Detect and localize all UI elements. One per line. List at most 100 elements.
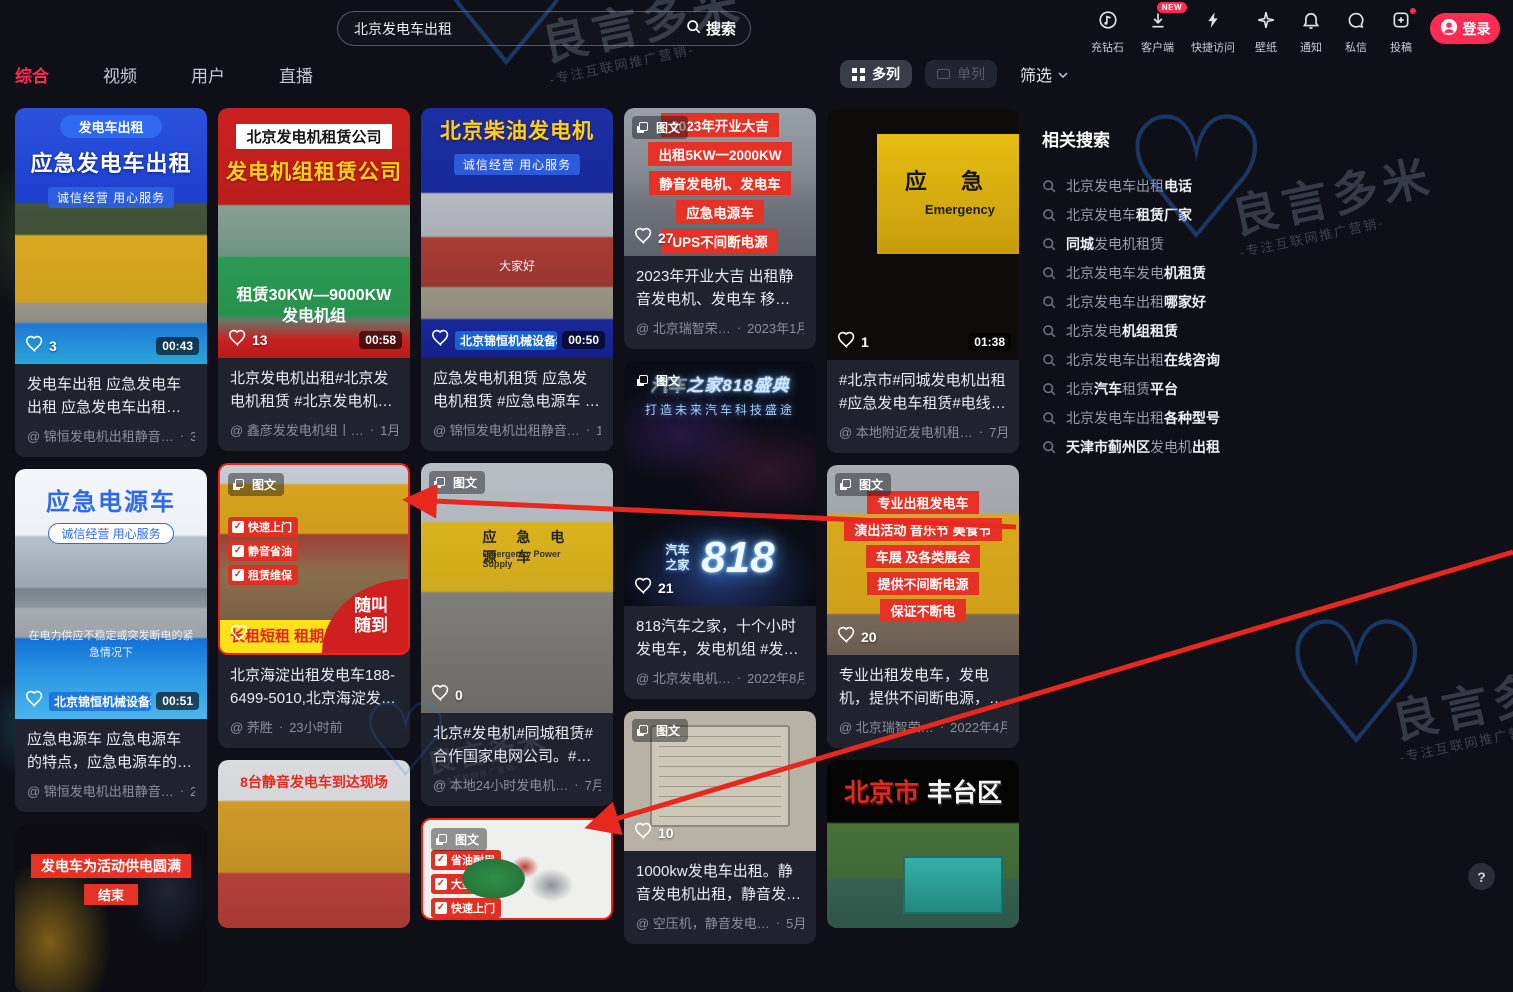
media-type-badge: 图文 bbox=[835, 473, 891, 496]
result-card[interactable]: 应 急Emergency101:38#北京市#同城发电机出租#应急发电车租赁#电… bbox=[827, 108, 1019, 453]
tab-综合[interactable]: 综合 bbox=[15, 62, 49, 87]
result-card[interactable]: 北京发电机租赁公司发电机组租赁公司租赁30KW—9000KW发电机组1300:5… bbox=[218, 108, 410, 451]
nav-item-diamond[interactable]: 充钻石 bbox=[1091, 10, 1124, 55]
thumbnail-text-part: 丰台区 bbox=[927, 773, 1002, 809]
tab-用户[interactable]: 用户 bbox=[191, 62, 225, 87]
thumbnail-text-part: 汽车之家 bbox=[665, 543, 694, 573]
channel-badge: 北京锦恒机械设备租赁有限… bbox=[455, 331, 557, 350]
thumbnail-text bbox=[903, 856, 1003, 914]
result-card[interactable]: 北京柴油发电机诚信经营 用心服务大家好北京锦恒机械设备租赁有限…00:50应急发… bbox=[421, 108, 613, 451]
result-card[interactable]: 图文101000kw发电车出租。静音发电机出租，静音发电车租赁，北…@ 空压机，… bbox=[624, 711, 816, 944]
heart-icon bbox=[837, 626, 856, 648]
meta-separator: · bbox=[737, 670, 741, 685]
video-meta: @ 鑫彦发发电机组丨…·1月31日 bbox=[230, 420, 398, 439]
related-search-item[interactable]: 天津市蓟州区发电机出租 bbox=[1042, 432, 1372, 461]
thumbnail-text-part: 北京市 bbox=[844, 773, 919, 809]
thumbnail-text: 租赁30KW—9000KW发电机组 bbox=[232, 286, 395, 328]
result-card[interactable]: 图文2023年开业大吉出租5KW一2000KW静音发电机、发电车应急电源车UPS… bbox=[624, 108, 816, 349]
thumbnail-overlay: 发电车为活动供电圆满结束 bbox=[15, 824, 207, 992]
tab-视频[interactable]: 视频 bbox=[103, 62, 137, 87]
nav-item-plus[interactable]: 投稿 bbox=[1387, 10, 1415, 55]
result-card[interactable]: 图文应 急 电 源 车Emergency Power Supply0北京#发电机… bbox=[421, 463, 613, 806]
single-column-toggle[interactable]: 单列 bbox=[925, 60, 997, 88]
related-search-segment: 北京 bbox=[1066, 381, 1094, 397]
nav-item-download[interactable]: NEW客户端 bbox=[1141, 10, 1174, 55]
video-author[interactable]: @ 北京发电机… bbox=[636, 668, 731, 687]
related-search-item[interactable]: 北京发电车出租电话 bbox=[1042, 171, 1372, 200]
search-input[interactable] bbox=[352, 20, 686, 38]
heart-icon bbox=[228, 329, 247, 351]
result-card[interactable]: 图文省油耐用大型发电机快速上门 bbox=[421, 818, 613, 920]
thumbnail-text bbox=[439, 848, 595, 916]
nav-item-bell[interactable]: 通知 bbox=[1297, 10, 1325, 55]
video-author[interactable]: @ 锦恒发电机出租静音… bbox=[27, 426, 174, 445]
heart-icon bbox=[25, 690, 44, 712]
related-search-item[interactable]: 北京发电车出租哪家好 bbox=[1042, 287, 1372, 316]
related-search-item[interactable]: 北京发电机组租赁 bbox=[1042, 316, 1372, 345]
video-author[interactable]: @ 荞胜 bbox=[230, 717, 273, 736]
gallery-icon bbox=[235, 479, 244, 488]
video-title: 发电车出租 应急发电车出租 应急发电车出租注意事项，应急… bbox=[27, 374, 195, 419]
related-search-item[interactable]: 北京发电车出租在线咨询 bbox=[1042, 345, 1372, 374]
related-search-segment: 汽车 bbox=[1094, 381, 1122, 397]
duration-badge: 00:51 bbox=[156, 692, 199, 710]
video-author[interactable]: @ 鑫彦发发电机组丨… bbox=[230, 420, 364, 439]
related-search-item[interactable]: 北京发电车出租各种型号 bbox=[1042, 403, 1372, 432]
like-count: 0 bbox=[455, 687, 463, 703]
video-author[interactable]: @ 本地24小时发电机… bbox=[433, 775, 568, 794]
thumbnail-footer: 1300:58 bbox=[228, 329, 402, 351]
related-search-segment: 北京发电 bbox=[1066, 323, 1122, 339]
search-button[interactable]: 搜索 bbox=[686, 18, 736, 39]
result-card[interactable]: 图文专业出租发电车演出活动 音乐节 美食节车展 及各类展会提供不间断电源保证不断… bbox=[827, 465, 1019, 748]
result-card[interactable]: 图文汽车之家818盛典打造未来汽车科技盛途汽车之家81821818汽车之家，十个… bbox=[624, 361, 816, 699]
video-author[interactable]: @ 本地附近发电机租… bbox=[839, 422, 973, 441]
thumbnail-overlay: 应 急Emergency bbox=[827, 108, 1019, 360]
related-search-segment: 机租赁 bbox=[1164, 265, 1206, 281]
video-author[interactable]: @ 锦恒发电机出租静音… bbox=[27, 781, 174, 800]
thumbnail-text: 大家好 bbox=[499, 257, 535, 274]
nav-item-chat[interactable]: 私信 bbox=[1342, 10, 1370, 55]
search-icon bbox=[1042, 324, 1056, 338]
heart-icon bbox=[230, 624, 249, 646]
nav-item-wand[interactable]: 壁纸 bbox=[1252, 10, 1280, 55]
result-card[interactable]: 发电车出租应急发电车出租诚信经营 用心服务300:43发电车出租 应急发电车出租… bbox=[15, 108, 207, 457]
result-card[interactable]: 发电车为活动供电圆满结束 bbox=[15, 824, 207, 992]
related-search-item[interactable]: 北京发电车发电机租赁 bbox=[1042, 258, 1372, 287]
video-author[interactable]: @ 北京瑞智荣… bbox=[839, 717, 934, 736]
tab-直播[interactable]: 直播 bbox=[279, 62, 313, 87]
login-button[interactable]: 登录 bbox=[1430, 13, 1500, 44]
video-meta: @ 北京瑞智荣…·2023年1月29日 bbox=[636, 318, 804, 337]
video-author[interactable]: @ 北京瑞智荣… bbox=[636, 318, 731, 337]
media-type-badge: 图文 bbox=[632, 719, 688, 742]
video-title: 2023年开业大吉 出租静音发电机、发电车 移动电源车 UPS… bbox=[636, 266, 804, 311]
nav-item-flash[interactable]: 快捷访问 bbox=[1191, 10, 1235, 55]
related-search-item[interactable]: 同城发电机租赁 bbox=[1042, 229, 1372, 258]
media-type-badge: 图文 bbox=[431, 828, 487, 851]
gallery-icon bbox=[438, 834, 447, 843]
media-type-badge: 图文 bbox=[632, 116, 688, 139]
result-card[interactable]: 8台静音发电车到达现场 bbox=[218, 760, 410, 928]
thumbnail-text: 8台静音发电车到达现场 bbox=[240, 772, 388, 792]
related-search-text: 北京汽车租赁平台 bbox=[1066, 379, 1178, 399]
search-bar[interactable]: 搜索 bbox=[337, 11, 751, 46]
duration-badge: 00:50 bbox=[562, 331, 605, 349]
multi-column-toggle[interactable]: 多列 bbox=[840, 60, 912, 88]
video-author[interactable]: @ 锦恒发电机出租静音… bbox=[433, 420, 580, 439]
card-body: 北京发电机出租#北京发电机租赁 #北京发电机出租公司 北…@ 鑫彦发发电机组丨…… bbox=[218, 358, 410, 451]
card-body: 应急发电机租赁 应急发电机租赁 #应急电源车 #大型超静音…@ 锦恒发电机出租静… bbox=[421, 358, 613, 451]
video-meta: @ 荞胜·23小时前 bbox=[230, 717, 398, 736]
help-button[interactable]: ? bbox=[1468, 863, 1495, 890]
result-card[interactable]: 应急电源车诚信经营 用心服务在电力供应不稳定或突发断电的紧急情况下北京锦恒机械设… bbox=[15, 469, 207, 812]
related-search-text: 北京发电车发电机租赁 bbox=[1066, 263, 1206, 283]
video-thumbnail: 北京市丰台区 bbox=[827, 760, 1019, 928]
video-author[interactable]: @ 空压机，静音发电… bbox=[636, 913, 770, 932]
related-search-segment: 同城 bbox=[1066, 236, 1094, 252]
filter-button[interactable]: 筛选 bbox=[1020, 62, 1068, 86]
gallery-icon bbox=[639, 375, 648, 384]
result-card[interactable]: 北京市丰台区 bbox=[827, 760, 1019, 928]
result-card[interactable]: 图文快速上门静音省油租赁维保07:55长租短租 租期灵活随叫 随到北京海淀出租发… bbox=[218, 463, 410, 748]
thumbnail-footer: 27 bbox=[634, 227, 808, 249]
related-search-segment: 机组租赁 bbox=[1122, 323, 1178, 339]
related-search-item[interactable]: 北京发电车租赁厂家 bbox=[1042, 200, 1372, 229]
related-search-item[interactable]: 北京汽车租赁平台 bbox=[1042, 374, 1372, 403]
